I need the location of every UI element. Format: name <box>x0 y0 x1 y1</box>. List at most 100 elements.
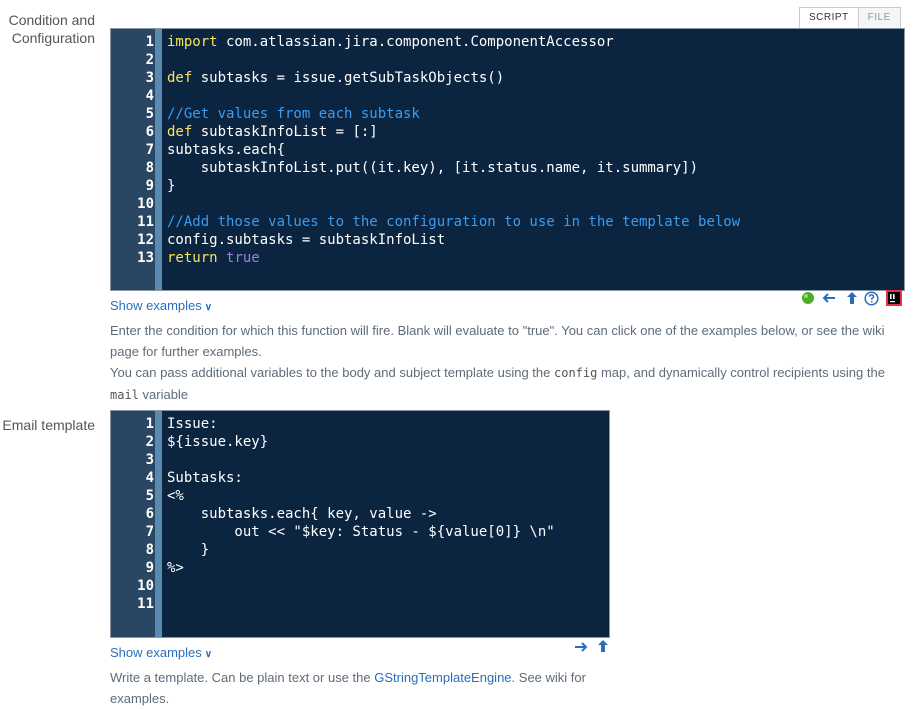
show-examples-label: Show examples <box>110 298 202 313</box>
code-line: 7 out << "$key: Status - ${value[0]} \n" <box>111 523 609 541</box>
code-line: 10 <box>111 195 904 213</box>
code-token: com.atlassian.jira.component.ComponentAc… <box>217 34 614 50</box>
revert-icon[interactable] <box>845 291 859 305</box>
intellij-icon[interactable] <box>886 290 902 306</box>
line-number: 12 <box>137 232 154 248</box>
line-number: 4 <box>145 470 154 486</box>
revert-icon[interactable] <box>596 639 610 653</box>
code-line: 7 subtasks.each{ <box>111 141 904 159</box>
code-token: Issue: <box>167 416 218 432</box>
code-line: 5 <% <box>111 487 609 505</box>
line-text: config.subtasks = subtaskInfoList <box>167 231 445 249</box>
line-number: 6 <box>145 124 154 140</box>
condition-code: 1 import com.atlassian.jira.component.Com… <box>111 33 904 267</box>
code-token: <% <box>167 488 184 504</box>
line-number: 5 <box>145 488 154 504</box>
condition-code-editor[interactable]: 1 import com.atlassian.jira.component.Com… <box>110 28 905 291</box>
code-line: 9} <box>111 177 904 195</box>
keyword-token: def <box>167 70 193 86</box>
line-number: 9 <box>145 560 154 576</box>
code-line: 4 <box>111 87 904 105</box>
code-token: %> <box>167 560 184 576</box>
keyword-token: def <box>167 124 193 140</box>
line-text: subtasks.each{ key, value -> <box>167 505 437 523</box>
email-template-label: Email template <box>2 417 95 433</box>
line-number: 13 <box>137 250 154 266</box>
code-token: subtasks = issue.getSubTaskObjects() <box>192 70 505 86</box>
email-help-a: Write a template. Can be plain text or u… <box>110 670 375 685</box>
mail-code: mail <box>110 388 139 402</box>
line-number: 10 <box>137 578 154 594</box>
line-number: 8 <box>145 542 154 558</box>
line-number: 10 <box>137 196 154 212</box>
line-number: 1 <box>145 34 154 50</box>
help-p2-c: variable <box>138 387 189 402</box>
keyword-token: return <box>167 250 218 266</box>
keyword-token: import <box>167 34 218 50</box>
line-text: //Add those values to the configuration … <box>167 213 740 231</box>
code-line: 4 Subtasks: <box>111 469 609 487</box>
gstring-template-engine-link[interactable]: GStringTemplateEngine <box>374 670 511 685</box>
code-line: 3 <box>111 451 609 469</box>
code-token: Subtasks: <box>167 470 243 486</box>
comment-token: //Get values from each subtask <box>167 106 420 122</box>
line-text: Subtasks: <box>167 469 243 487</box>
code-line: 6 subtasks.each{ key, value -> <box>111 505 609 523</box>
code-line: 8 subtaskInfoList.put((it.key), [it.stat… <box>111 159 904 177</box>
condition-help-p2: You can pass additional variables to the… <box>110 362 890 406</box>
line-number: 11 <box>137 596 154 612</box>
line-number: 4 <box>145 88 154 104</box>
line-number: 3 <box>145 70 154 86</box>
line-number: 11 <box>137 214 154 230</box>
code-token: } <box>167 542 210 558</box>
code-token: config.subtasks = subtaskInfoList <box>167 232 446 248</box>
line-text: subtaskInfoList.put((it.key), [it.status… <box>167 159 698 177</box>
condition-help-p1: Enter the condition for which this funct… <box>110 323 885 359</box>
line-text: return true <box>167 249 260 267</box>
code-line: 10 <box>111 577 609 595</box>
code-line: 9 %> <box>111 559 609 577</box>
help-icon[interactable] <box>864 291 879 306</box>
line-text: %> <box>167 559 184 577</box>
code-line: 11 <box>111 595 609 613</box>
tab-file[interactable]: FILE <box>858 7 901 29</box>
condition-show-examples-link[interactable]: Show examples ∨ <box>110 298 212 313</box>
line-text: } <box>167 177 175 195</box>
line-text: //Get values from each subtask <box>167 105 420 123</box>
tab-script[interactable]: SCRIPT <box>799 7 859 29</box>
code-line: 1 import com.atlassian.jira.component.Com… <box>111 33 904 51</box>
line-number: 2 <box>145 52 154 68</box>
arrow-left-icon[interactable] <box>822 292 836 304</box>
code-token: subtasks.each{ key, value -> <box>167 506 437 522</box>
line-text: subtasks.each{ <box>167 141 285 159</box>
condition-help-text: Enter the condition for which this funct… <box>110 320 890 406</box>
comment-token: //Add those values to the configuration … <box>167 214 741 230</box>
email-template-editor[interactable]: 1 Issue: 2 ${issue.key} 3 4 Subtasks: 5 <% 6 subt… <box>110 410 610 638</box>
line-text: ${issue.key} <box>167 433 268 451</box>
line-text: def subtasks = issue.getSubTaskObjects() <box>167 69 504 87</box>
email-show-examples-link[interactable]: Show examples ∨ <box>110 645 212 660</box>
code-line: 2 ${issue.key} <box>111 433 609 451</box>
code-token: subtasks.each{ <box>167 142 286 158</box>
code-line: 11 //Add those values to the configuratio… <box>111 213 904 231</box>
arrow-right-icon[interactable] <box>574 641 588 653</box>
boolean-token: true <box>226 250 260 266</box>
line-text: import com.atlassian.jira.component.Comp… <box>167 33 614 51</box>
status-ok-icon[interactable] <box>801 291 815 305</box>
code-line: 1 Issue: <box>111 415 609 433</box>
line-number: 3 <box>145 452 154 468</box>
email-help-text: Write a template. Can be plain text or u… <box>110 667 590 709</box>
line-number: 1 <box>145 416 154 432</box>
source-tabs: SCRIPT FILE <box>799 7 901 29</box>
line-number: 7 <box>145 142 154 158</box>
line-number: 7 <box>145 524 154 540</box>
condition-label-line2: Configuration <box>11 30 95 46</box>
line-text: def subtaskInfoList = [:] <box>167 123 378 141</box>
line-number: 2 <box>145 434 154 450</box>
chevron-down-icon: ∨ <box>204 302 213 313</box>
code-line: 2 <box>111 51 904 69</box>
code-token: ${issue.key} <box>167 434 269 450</box>
line-number: 6 <box>145 506 154 522</box>
code-line: 5 //Get values from each subtask <box>111 105 904 123</box>
